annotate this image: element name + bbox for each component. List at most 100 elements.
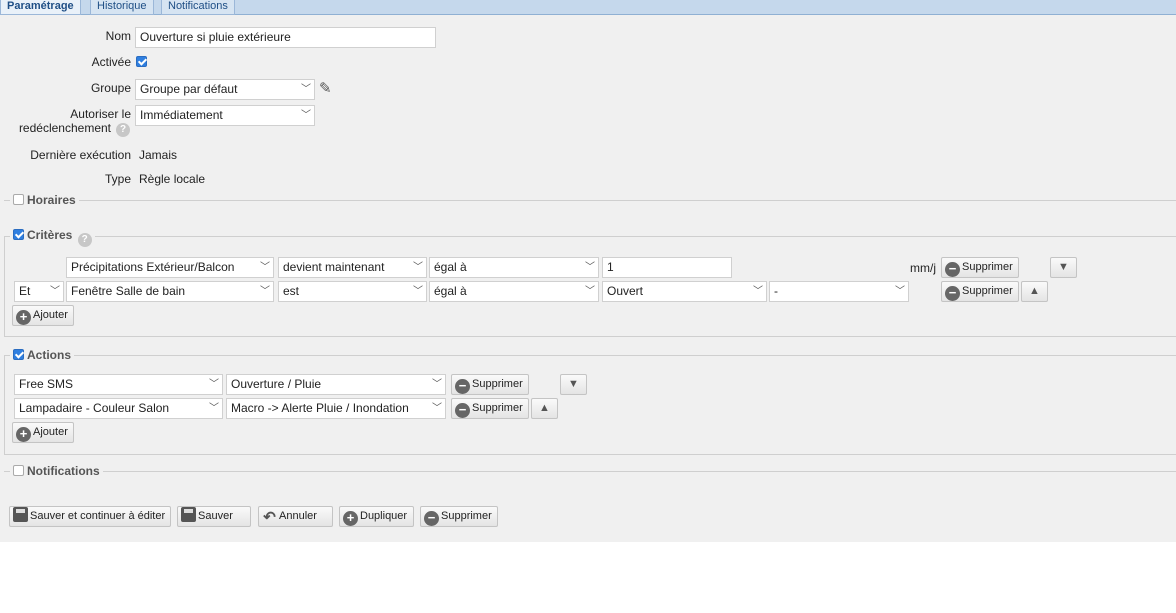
actions-title: Actions [27, 348, 72, 362]
chevron-down-icon: ﹀ [301, 110, 311, 121]
chevron-down-icon: ﹀ [432, 403, 442, 414]
redeclenchement-value: Immédiatement [140, 108, 223, 122]
chevron-down-icon: ﹀ [413, 286, 423, 297]
criterion-extra-value: - [774, 284, 778, 298]
tab-label: Historique [97, 0, 147, 12]
move-up-button[interactable]: ▲ [1021, 281, 1048, 302]
tab-parametrage[interactable]: Paramétrage [0, 0, 81, 15]
actions-checkbox[interactable] [13, 349, 24, 360]
action-command-select[interactable]: Macro -> Alerte Pluie / Inondation ﹀ [226, 398, 446, 419]
save-button[interactable]: Sauver [177, 506, 251, 527]
save-continue-button[interactable]: Sauver et continuer à éditer [9, 506, 171, 527]
criterion-delete-button[interactable]: − Supprimer [941, 257, 1019, 278]
criterion-device-select[interactable]: Fenêtre Salle de bain ﹀ [66, 281, 274, 302]
horaires-checkbox[interactable] [13, 194, 24, 205]
undo-icon: ↶ [263, 509, 276, 526]
action-command-value: Ouverture / Pluie [231, 377, 322, 391]
criterion-unit: mm/j [910, 261, 936, 275]
criterion-value-value: Ouvert [607, 284, 644, 298]
criterion-operator-value: égal à [434, 284, 467, 298]
criterion-delete-button[interactable]: − Supprimer [941, 281, 1019, 302]
cancel-button[interactable]: ↶ Annuler [258, 506, 333, 527]
cancel-label: Annuler [279, 510, 317, 522]
criterion-operator-select[interactable]: égal à ﹀ [429, 281, 599, 302]
chevron-down-icon: ﹀ [585, 286, 595, 297]
criterion-event-select[interactable]: est ﹀ [278, 281, 427, 302]
criteres-checkbox[interactable] [13, 229, 24, 240]
action-delete-label: Supprimer [472, 402, 523, 414]
action-delete-button[interactable]: − Supprimer [451, 398, 529, 419]
activee-checkbox[interactable] [136, 56, 147, 67]
minus-circle-icon: − [455, 403, 470, 418]
chevron-down-icon: ﹀ [260, 262, 270, 273]
action-target-select[interactable]: Lampadaire - Couleur Salon ﹀ [14, 398, 223, 419]
notifications-divider [4, 471, 1176, 472]
minus-circle-icon: − [945, 262, 960, 277]
form-panel: Nom Ouverture si pluie extérieure Activé… [0, 15, 1176, 542]
chevron-down-icon: ﹀ [209, 403, 219, 414]
move-down-button[interactable]: ▼ [1050, 257, 1077, 278]
activee-label: Activée [91, 55, 131, 69]
groupe-label: Groupe [90, 81, 131, 95]
action-target-select[interactable]: Free SMS ﹀ [14, 374, 223, 395]
delete-label: Supprimer [441, 510, 492, 522]
action-delete-button[interactable]: − Supprimer [451, 374, 529, 395]
criterion-connector-select[interactable]: Et ﹀ [14, 281, 64, 302]
criterion-operator-select[interactable]: égal à ﹀ [429, 257, 599, 278]
horaires-legend: Horaires [10, 193, 79, 207]
criterion-operator-value: égal à [434, 260, 467, 274]
horaires-divider [4, 200, 1176, 201]
type-value: Règle locale [139, 172, 206, 186]
criterion-delete-label: Supprimer [962, 285, 1013, 297]
criterion-connector-value: Et [19, 284, 31, 298]
save-continue-label: Sauver et continuer à éditer [30, 510, 166, 522]
notifications-checkbox[interactable] [13, 465, 24, 476]
duplicate-button[interactable]: + Dupliquer [339, 506, 414, 527]
plus-circle-icon: + [16, 310, 31, 325]
criteres-title: Critères [27, 228, 73, 242]
add-criterion-button[interactable]: + Ajouter [12, 305, 74, 326]
autoriser-label-line1: Autoriser le [70, 107, 131, 121]
criterion-device-select[interactable]: Précipitations Extérieur/Balcon ﹀ [66, 257, 274, 278]
chevron-down-icon: ﹀ [895, 286, 905, 297]
question-circle-icon[interactable]: ? [116, 123, 130, 137]
criterion-value-input[interactable]: 1 [602, 257, 732, 278]
minus-circle-icon: − [424, 511, 439, 526]
autoriser-label-line2: redéclenchement [18, 121, 111, 135]
actions-legend: Actions [10, 348, 75, 362]
tab-notifications[interactable]: Notifications [161, 0, 235, 15]
chevron-down-icon: ﹀ [585, 262, 595, 273]
floppy-disk-icon [181, 507, 196, 522]
chevron-down-icon: ﹀ [209, 379, 219, 390]
save-label: Sauver [198, 510, 233, 522]
action-command-select[interactable]: Ouverture / Pluie ﹀ [226, 374, 446, 395]
nom-label: Nom [105, 29, 131, 43]
groupe-select[interactable]: Groupe par défaut ﹀ [135, 79, 315, 100]
move-up-button[interactable]: ▲ [531, 398, 558, 419]
move-down-button[interactable]: ▼ [560, 374, 587, 395]
criterion-value-select[interactable]: Ouvert ﹀ [602, 281, 767, 302]
criterion-device-value: Précipitations Extérieur/Balcon [71, 260, 235, 274]
chevron-down-icon: ﹀ [432, 379, 442, 390]
chevron-down-icon: ﹀ [301, 84, 311, 95]
tab-label: Paramétrage [7, 0, 74, 12]
criterion-event-value: devient maintenant [283, 260, 385, 274]
pencil-icon[interactable]: ✎ [319, 79, 332, 97]
floppy-disk-icon [13, 507, 28, 522]
criteres-legend: Critères ? [10, 228, 95, 247]
criterion-device-value: Fenêtre Salle de bain [71, 284, 186, 298]
criterion-event-select[interactable]: devient maintenant ﹀ [278, 257, 427, 278]
question-circle-icon[interactable]: ? [77, 233, 92, 247]
action-target-value: Lampadaire - Couleur Salon [19, 401, 170, 415]
add-criterion-label: Ajouter [33, 309, 68, 321]
action-target-value: Free SMS [19, 377, 74, 391]
tab-label: Notifications [168, 0, 228, 12]
derniere-execution-label: Dernière exécution [30, 148, 131, 162]
nom-input[interactable]: Ouverture si pluie extérieure [135, 27, 436, 48]
tab-historique[interactable]: Historique [90, 0, 154, 15]
redeclenchement-select[interactable]: Immédiatement ﹀ [135, 105, 315, 126]
add-action-button[interactable]: + Ajouter [12, 422, 74, 443]
criterion-extra-select[interactable]: - ﹀ [769, 281, 909, 302]
minus-circle-icon: − [455, 379, 470, 394]
delete-button[interactable]: − Supprimer [420, 506, 498, 527]
